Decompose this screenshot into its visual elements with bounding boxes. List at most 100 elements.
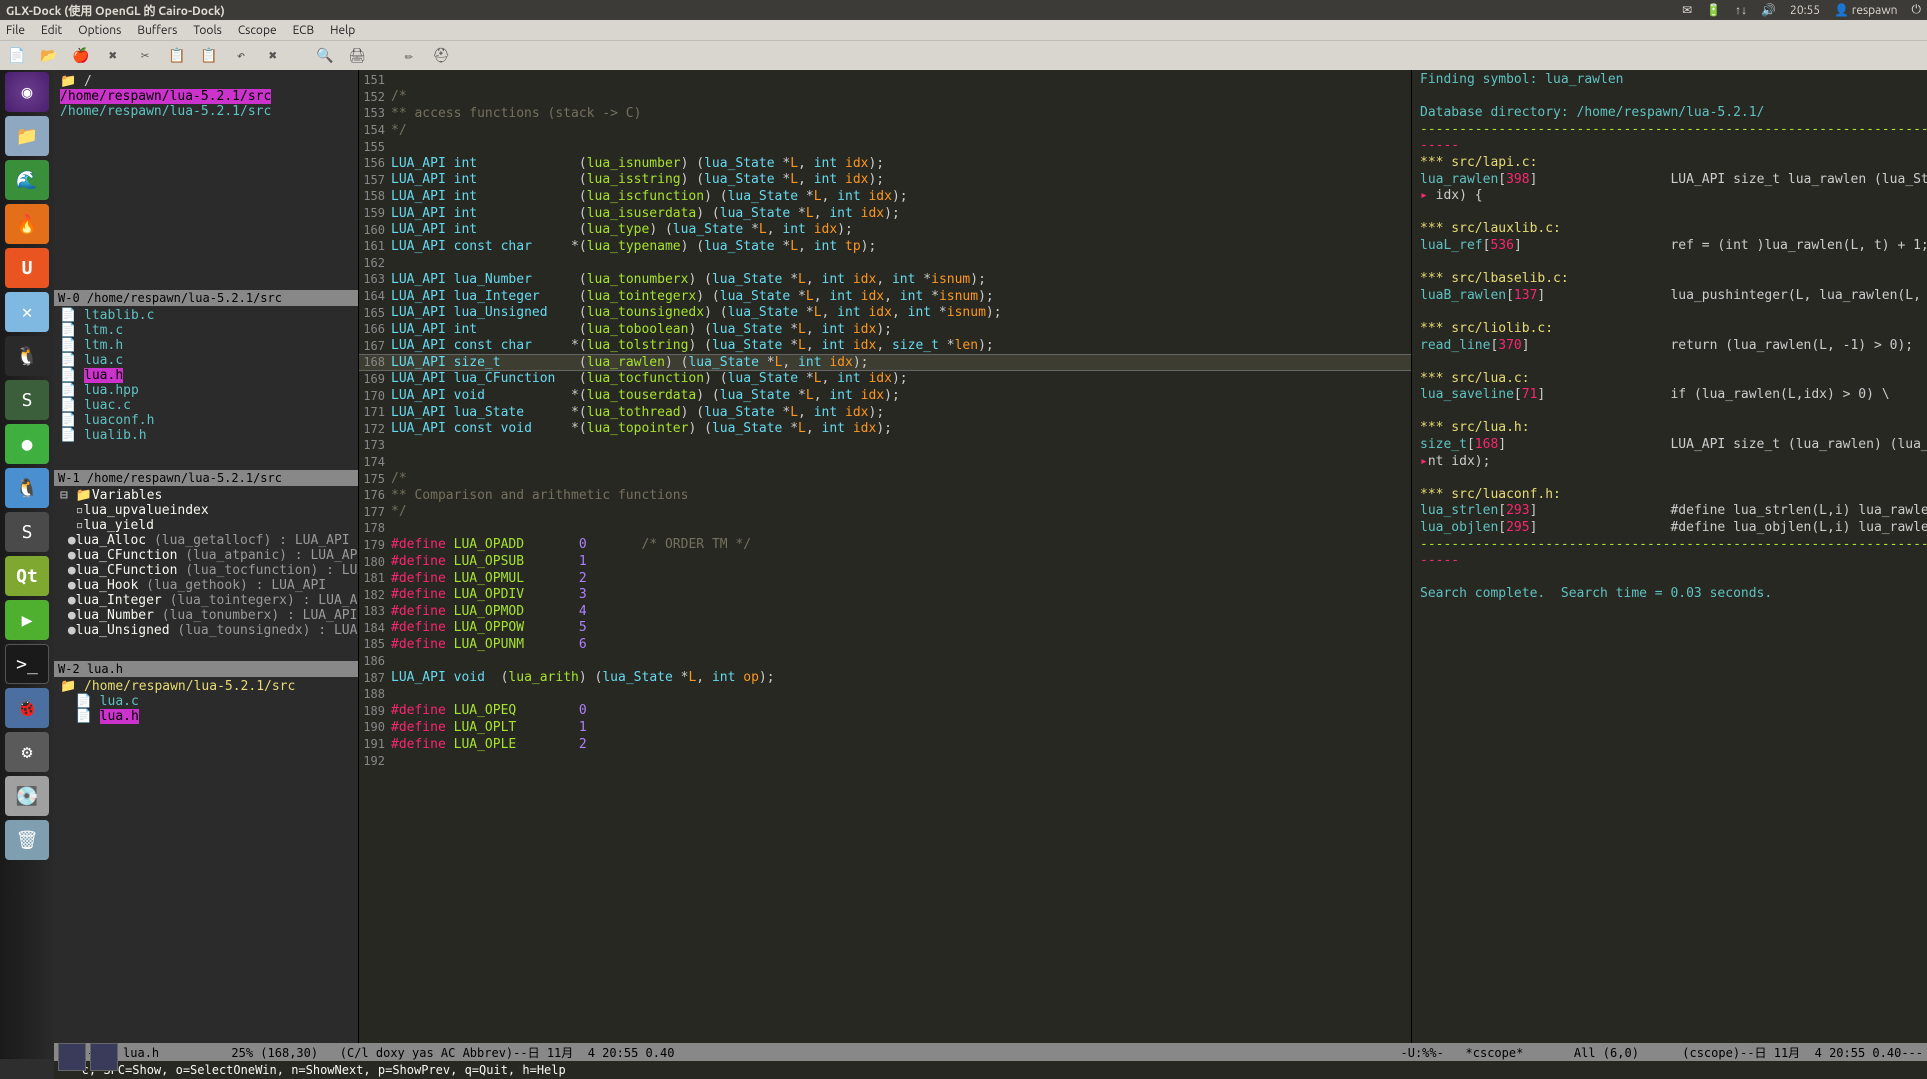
toolbar-btn-1[interactable]: 📂 bbox=[38, 45, 60, 67]
code-line-170[interactable]: 170LUA_API void *(lua_touserdata) (lua_S… bbox=[359, 387, 1411, 404]
cscope-line-26[interactable]: lua_strlen[293] #define lua_strlen(L,i) … bbox=[1420, 503, 1919, 520]
ecb-method-5[interactable]: ●lua_Hook (lua_gethook) : LUA_API bbox=[60, 578, 352, 593]
cscope-line-5[interactable]: *** src/lapi.c: bbox=[1420, 155, 1919, 172]
code-line-157[interactable]: 157LUA_API int (lua_isstring) (lua_State… bbox=[359, 172, 1411, 189]
dock-item-16[interactable]: 💽 bbox=[5, 776, 49, 816]
code-line-158[interactable]: 158LUA_API int (lua_iscfunction) (lua_St… bbox=[359, 188, 1411, 205]
code-line-169[interactable]: 169LUA_API lua_CFunction (lua_tocfunctio… bbox=[359, 371, 1411, 388]
toolbar-btn-7[interactable]: ↶ bbox=[230, 45, 252, 67]
dock-item-1[interactable]: 📁 bbox=[5, 116, 49, 156]
battery-icon[interactable]: 🔋 bbox=[1706, 3, 1721, 17]
code-line-153[interactable]: 153** access functions (stack -> C) bbox=[359, 105, 1411, 122]
code-line-159[interactable]: 159LUA_API int (lua_isuserdata) (lua_Sta… bbox=[359, 205, 1411, 222]
ecb-file-lua.h[interactable]: 📄 lua.h bbox=[60, 368, 352, 383]
code-line-172[interactable]: 172LUA_API const void *(lua_topointer) (… bbox=[359, 420, 1411, 437]
ecb-method-4[interactable]: ●lua_CFunction (lua_tocfunction) : LUA_A… bbox=[60, 563, 352, 578]
shutdown-icon[interactable]: ⏻ bbox=[1912, 3, 1922, 17]
cscope-line-16[interactable]: read_line[370] return (lua_rawlen(L, -1)… bbox=[1420, 338, 1919, 355]
code-line-175[interactable]: 175/* bbox=[359, 470, 1411, 487]
menu-edit[interactable]: Edit bbox=[41, 24, 62, 37]
dock-item-12[interactable]: ▶ bbox=[5, 600, 49, 640]
code-line-187[interactable]: 187LUA_API void (lua_arith) (lua_State *… bbox=[359, 669, 1411, 686]
code-line-152[interactable]: 152/* bbox=[359, 89, 1411, 106]
ecb-directories[interactable]: 📁 / /home/respawn/lua-5.2.1/src /home/re… bbox=[54, 70, 358, 290]
cscope-line-30[interactable] bbox=[1420, 570, 1919, 587]
cscope-line-12[interactable]: *** src/lbaselib.c: bbox=[1420, 271, 1919, 288]
user-menu[interactable]: 👤 respawn bbox=[1834, 3, 1897, 17]
cscope-line-0[interactable]: Finding symbol: lua_rawlen bbox=[1420, 72, 1919, 89]
ecb-file-luac.c[interactable]: 📄 luac.c bbox=[60, 398, 352, 413]
code-line-163[interactable]: 163LUA_API lua_Number (lua_tonumberx) (l… bbox=[359, 271, 1411, 288]
dock-item-13[interactable]: >_ bbox=[5, 644, 49, 684]
dock-item-7[interactable]: S bbox=[5, 380, 49, 420]
cscope-line-1[interactable] bbox=[1420, 89, 1919, 106]
cscope-line-10[interactable]: luaL_ref[536] ref = (int )lua_rawlen(L, … bbox=[1420, 238, 1919, 255]
cscope-line-11[interactable] bbox=[1420, 255, 1919, 272]
toolbar-btn-5[interactable]: 📋 bbox=[166, 45, 188, 67]
toolbar-btn-4[interactable]: ✂ bbox=[134, 45, 156, 67]
dock-item-9[interactable]: 🐧 bbox=[5, 468, 49, 508]
code-line-166[interactable]: 166LUA_API int (lua_toboolean) (lua_Stat… bbox=[359, 321, 1411, 338]
code-line-180[interactable]: 180#define LUA_OPSUB 1 bbox=[359, 553, 1411, 570]
dock-item-17[interactable]: 🗑 bbox=[5, 820, 49, 860]
toolbar-btn-13[interactable]: ✏ bbox=[398, 45, 420, 67]
code-line-190[interactable]: 190#define LUA_OPLT 1 bbox=[359, 719, 1411, 736]
code-line-188[interactable]: 188 bbox=[359, 686, 1411, 703]
code-editor[interactable]: 151152/*153** access functions (stack ->… bbox=[359, 70, 1412, 1059]
ecb-method-1[interactable]: ▫lua_yield bbox=[60, 518, 352, 533]
dock-item-8[interactable]: ● bbox=[5, 424, 49, 464]
thumb-2[interactable] bbox=[90, 1043, 118, 1071]
ecb-file-ltablib.c[interactable]: 📄 ltablib.c bbox=[60, 308, 352, 323]
ecb-method-2[interactable]: ●lua_Alloc (lua_getallocf) : LUA_API bbox=[60, 533, 352, 548]
dock-item-5[interactable]: ✕ bbox=[5, 292, 49, 332]
cscope-line-4[interactable]: ----- bbox=[1420, 138, 1919, 155]
network-icon[interactable]: ↑↓ bbox=[1735, 3, 1747, 17]
cscope-line-17[interactable] bbox=[1420, 354, 1919, 371]
cscope-line-18[interactable]: *** src/lua.c: bbox=[1420, 371, 1919, 388]
ecb-method-0[interactable]: ▫lua_upvalueindex bbox=[60, 503, 352, 518]
code-line-167[interactable]: 167LUA_API const char *(lua_tolstring) (… bbox=[359, 338, 1411, 355]
code-line-176[interactable]: 176** Comparison and arithmetic function… bbox=[359, 487, 1411, 504]
dock-item-4[interactable]: U bbox=[5, 248, 49, 288]
cscope-line-21[interactable]: *** src/lua.h: bbox=[1420, 420, 1919, 437]
code-line-174[interactable]: 174 bbox=[359, 454, 1411, 471]
ecb-history-lua.h[interactable]: 📄 lua.h bbox=[60, 709, 352, 724]
dock-item-0[interactable]: ◉ bbox=[5, 72, 49, 112]
dock-item-14[interactable]: 🐞 bbox=[5, 688, 49, 728]
code-line-162[interactable]: 162 bbox=[359, 255, 1411, 272]
ecb-history-lua.c[interactable]: 📄 lua.c bbox=[60, 694, 352, 709]
ecb-variables-header[interactable]: ⊟ 📁Variables bbox=[60, 488, 352, 503]
code-line-155[interactable]: 155 bbox=[359, 138, 1411, 155]
menu-options[interactable]: Options bbox=[78, 24, 121, 37]
dock-item-11[interactable]: Qt bbox=[5, 556, 49, 596]
ecb-file-luaconf.h[interactable]: 📄 luaconf.h bbox=[60, 413, 352, 428]
menu-ecb[interactable]: ECB bbox=[293, 24, 315, 37]
ecb-method-6[interactable]: ●lua_Integer (lua_tointegerx) : LUA_API bbox=[60, 593, 352, 608]
cscope-line-31[interactable]: Search complete. Search time = 0.03 seco… bbox=[1420, 586, 1919, 603]
ecb-file-lua.c[interactable]: 📄 lua.c bbox=[60, 353, 352, 368]
cscope-line-27[interactable]: lua_objlen[295] #define lua_objlen(L,i) … bbox=[1420, 520, 1919, 537]
dock-item-2[interactable]: 🌊 bbox=[5, 160, 49, 200]
ecb-file-ltm.h[interactable]: 📄 ltm.h bbox=[60, 338, 352, 353]
code-line-183[interactable]: 183#define LUA_OPMOD 4 bbox=[359, 603, 1411, 620]
code-line-178[interactable]: 178 bbox=[359, 520, 1411, 537]
code-line-165[interactable]: 165LUA_API lua_Unsigned (lua_tounsignedx… bbox=[359, 304, 1411, 321]
code-line-168[interactable]: 168LUA_API size_t (lua_rawlen) (lua_Stat… bbox=[359, 354, 1411, 371]
ecb-sources[interactable]: 📄 ltablib.c📄 ltm.c📄 ltm.h📄 lua.c📄 lua.h📄… bbox=[54, 306, 358, 470]
code-line-192[interactable]: 192 bbox=[359, 752, 1411, 769]
dock-item-3[interactable]: 🔥 bbox=[5, 204, 49, 244]
code-line-156[interactable]: 156LUA_API int (lua_isnumber) (lua_State… bbox=[359, 155, 1411, 172]
ecb-file-lualib.h[interactable]: 📄 lualib.h bbox=[60, 428, 352, 443]
cscope-line-9[interactable]: *** src/lauxlib.c: bbox=[1420, 221, 1919, 238]
code-line-177[interactable]: 177*/ bbox=[359, 503, 1411, 520]
toolbar-btn-3[interactable]: ✖ bbox=[102, 45, 124, 67]
cscope-line-6[interactable]: lua_rawlen[398] LUA_API size_t lua_rawle… bbox=[1420, 172, 1919, 189]
menu-cscope[interactable]: Cscope bbox=[238, 24, 277, 37]
clock[interactable]: 20:55 bbox=[1790, 4, 1820, 17]
mail-icon[interactable]: ✉ bbox=[1682, 3, 1692, 17]
code-line-184[interactable]: 184#define LUA_OPPOW 5 bbox=[359, 620, 1411, 637]
ecb-method-7[interactable]: ●lua_Number (lua_tonumberx) : LUA_API bbox=[60, 608, 352, 623]
code-line-171[interactable]: 171LUA_API lua_State *(lua_tothread) (lu… bbox=[359, 404, 1411, 421]
code-line-179[interactable]: 179#define LUA_OPADD 0 /* ORDER TM */ bbox=[359, 537, 1411, 554]
ecb-file-lua.hpp[interactable]: 📄 lua.hpp bbox=[60, 383, 352, 398]
